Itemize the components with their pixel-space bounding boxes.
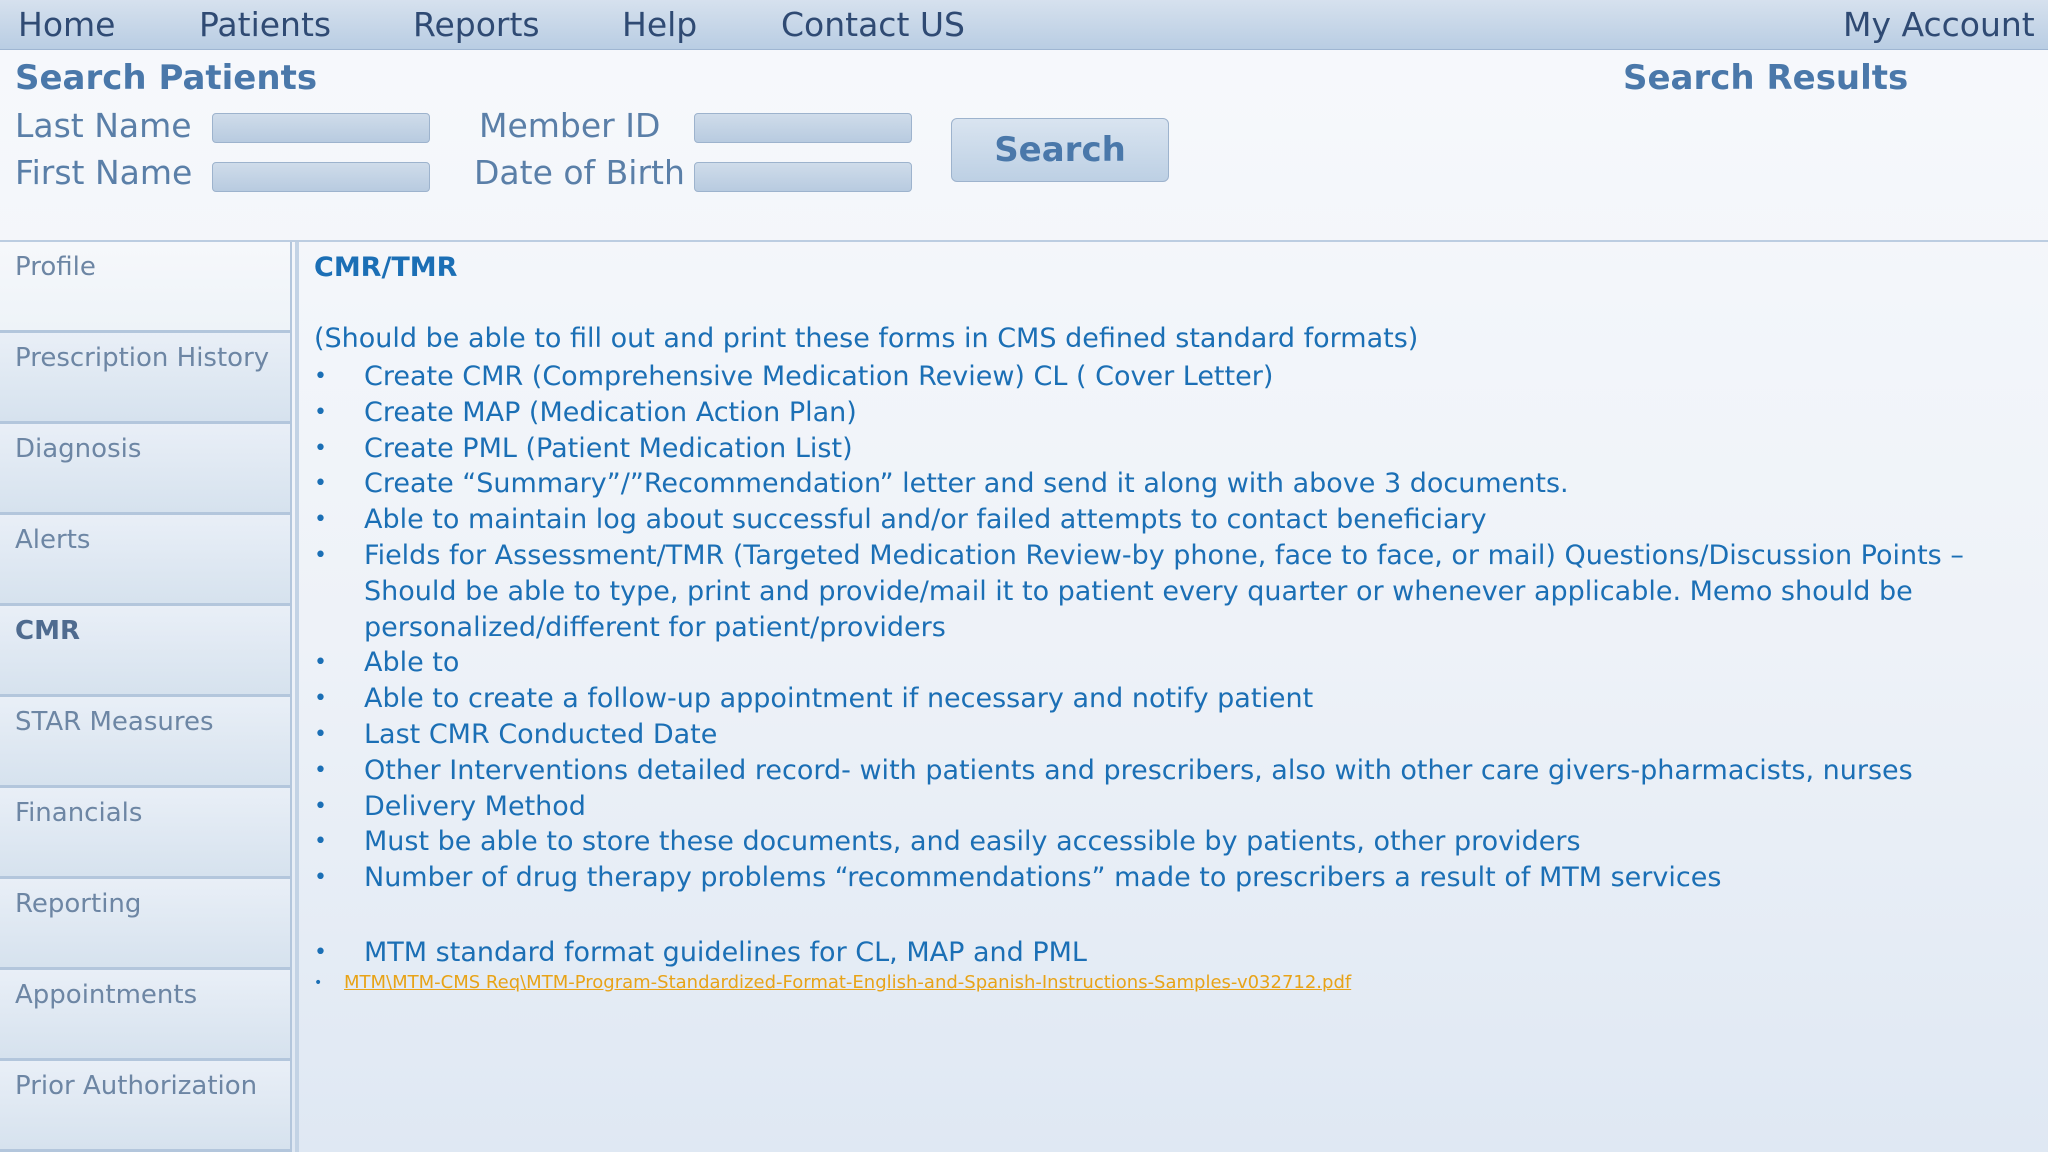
search-results-title: Search Results <box>1623 58 1909 98</box>
bullet-icon: • <box>314 542 327 568</box>
list-item: • Other Interventions detailed record- wi… <box>314 753 2034 789</box>
bullet-icon: • <box>314 721 327 747</box>
bullet-icon: • <box>314 757 327 783</box>
sidebar: Profile Prescription History Diagnosis A… <box>0 242 292 1152</box>
bullet-icon: • <box>314 686 327 712</box>
content-divider <box>295 242 299 1152</box>
first-name-input[interactable] <box>212 162 430 192</box>
list-item: • Last CMR Conducted Date <box>314 717 2034 753</box>
mtm-guidelines-item: • MTM standard format guidelines for CL,… <box>314 935 1087 971</box>
list-item: • Create MAP (Medication Action Plan) <box>314 395 2034 431</box>
sidebar-item-alerts[interactable]: Alerts <box>0 515 292 606</box>
nav-reports[interactable]: Reports <box>413 2 540 48</box>
sidebar-item-cmr[interactable]: CMR <box>0 606 292 697</box>
search-patients-title: Search Patients <box>15 58 318 98</box>
bullet-icon: • <box>314 940 327 965</box>
list-item: • Able to create a follow-up appointment … <box>314 681 2034 717</box>
last-name-input[interactable] <box>212 113 430 143</box>
content-note: (Should be able to fill out and print th… <box>314 323 1419 354</box>
sidebar-item-reporting[interactable]: Reporting <box>0 879 292 970</box>
content-title: CMR/TMR <box>314 252 458 283</box>
list-item: • Able to maintain log about successful a… <box>314 502 2034 538</box>
mtm-document-link[interactable]: MTM\MTM-CMS Req\MTM-Program-Standardized… <box>344 972 1351 993</box>
divider <box>0 240 2048 242</box>
nav-my-account[interactable]: My Account <box>1843 2 2035 48</box>
bullet-icon: • <box>314 650 327 676</box>
nav-help[interactable]: Help <box>622 2 697 48</box>
first-name-label: First Name <box>15 153 193 192</box>
date-of-birth-input[interactable] <box>694 162 912 192</box>
bullet-icon: • <box>314 793 327 819</box>
list-item: • Fields for Assessment/TMR (Targeted Med… <box>314 539 1964 643</box>
nav-patients[interactable]: Patients <box>199 2 331 48</box>
list-item: • Delivery Method <box>314 789 2034 825</box>
bullet-icon: • <box>314 471 327 497</box>
mtm-document-link-item: • MTM\MTM-CMS Req\MTM-Program-Standardiz… <box>314 970 1351 996</box>
bullet-icon: • <box>314 399 327 425</box>
bullet-icon: • <box>314 975 323 991</box>
bullet-icon: • <box>314 435 327 461</box>
bullet-icon: • <box>314 865 327 891</box>
bullet-icon: • <box>314 829 327 855</box>
list-item: • Create CMR (Comprehensive Medication Re… <box>314 359 2034 395</box>
date-of-birth-label: Date of Birth <box>474 153 685 192</box>
sidebar-item-prior-authorization[interactable]: Prior Authorization <box>0 1061 292 1152</box>
sidebar-item-financials[interactable]: Financials <box>0 788 292 879</box>
list-item: • Number of drug therapy problems “recomm… <box>314 860 2034 896</box>
top-nav-bar: Home Patients Reports Help Contact US My… <box>0 0 2048 50</box>
member-id-input[interactable] <box>694 113 912 143</box>
last-name-label: Last Name <box>15 106 192 145</box>
member-id-label: Member ID <box>479 106 661 145</box>
sidebar-item-appointments[interactable]: Appointments <box>0 970 292 1061</box>
bullet-icon: • <box>314 364 327 389</box>
nav-contact-us[interactable]: Contact US <box>781 2 965 48</box>
requirements-list: • Create CMR (Comprehensive Medication Re… <box>314 359 2034 896</box>
search-button[interactable]: Search <box>951 118 1169 182</box>
sidebar-item-diagnosis[interactable]: Diagnosis <box>0 424 292 515</box>
list-item: • Create “Summary”/”Recommendation” lette… <box>314 466 2034 502</box>
sidebar-item-prescription-history[interactable]: Prescription History <box>0 333 292 424</box>
sidebar-item-profile[interactable]: Profile <box>0 242 292 333</box>
bullet-icon: • <box>314 507 327 533</box>
list-item: • Create PML (Patient Medication List) <box>314 431 2034 467</box>
sidebar-item-star-measures[interactable]: STAR Measures <box>0 697 292 788</box>
list-item: • Able to <box>314 645 2034 681</box>
list-item: • Must be able to store these documents, … <box>314 824 2034 860</box>
nav-home[interactable]: Home <box>18 2 115 48</box>
